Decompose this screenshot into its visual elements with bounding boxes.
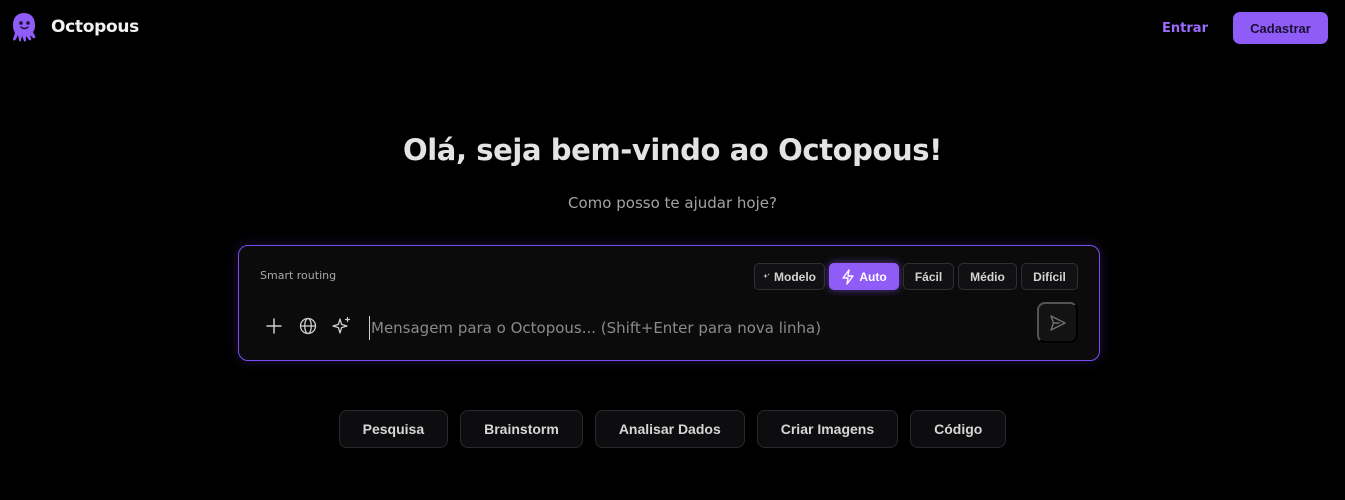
lightning-icon: [842, 268, 855, 285]
send-icon: [1049, 314, 1066, 331]
suggestion-brainstorm[interactable]: Brainstorm: [460, 410, 583, 448]
suggestion-chips: Pesquisa Brainstorm Analisar Dados Criar…: [0, 410, 1345, 448]
globe-icon[interactable]: [298, 316, 318, 336]
sparkle-icon[interactable]: [332, 316, 352, 336]
octopus-logo-icon: [13, 13, 36, 42]
welcome-subtitle: Como posso te ajudar hoje?: [568, 194, 777, 212]
routing-mode-selector: Modelo Auto Fácil Médio Difícil: [754, 263, 1078, 290]
suggestion-research[interactable]: Pesquisa: [338, 410, 449, 448]
mode-label: Auto: [859, 269, 887, 284]
smart-routing-label: Smart routing: [260, 269, 337, 282]
welcome-title: Olá, seja bem-vindo ao Octopous!: [403, 133, 942, 167]
message-composer: Smart routing Modelo Auto Fácil Médio Di…: [238, 245, 1100, 361]
mode-easy-button[interactable]: Fácil: [903, 263, 954, 290]
mode-model-button[interactable]: Modelo: [754, 263, 825, 290]
composer-tools: [264, 316, 352, 336]
signup-button[interactable]: Cadastrar: [1233, 12, 1328, 44]
top-header: Octopous Entrar Cadastrar: [0, 0, 1345, 56]
brand[interactable]: Octopous: [11, 12, 139, 42]
plus-icon[interactable]: [264, 316, 284, 336]
mode-label: Médio: [970, 269, 1005, 284]
suggestion-code[interactable]: Código: [910, 410, 1007, 448]
suggestion-analyze-data[interactable]: Analisar Dados: [594, 410, 745, 448]
sparkles-icon: [763, 273, 770, 279]
mode-label: Modelo: [774, 269, 816, 284]
mode-hard-button[interactable]: Difícil: [1021, 263, 1078, 290]
brand-name: Octopous: [51, 17, 140, 37]
mode-label: Fácil: [914, 269, 943, 284]
login-link[interactable]: Entrar: [1137, 13, 1233, 44]
mode-medium-button[interactable]: Médio: [958, 263, 1017, 290]
send-button[interactable]: [1037, 302, 1078, 343]
message-input[interactable]: [369, 316, 1029, 340]
mode-label: Difícil: [1033, 269, 1066, 284]
auth-nav: Entrar Cadastrar: [1137, 12, 1328, 44]
suggestion-create-images[interactable]: Criar Imagens: [756, 410, 899, 448]
mode-auto-button[interactable]: Auto: [829, 263, 899, 290]
